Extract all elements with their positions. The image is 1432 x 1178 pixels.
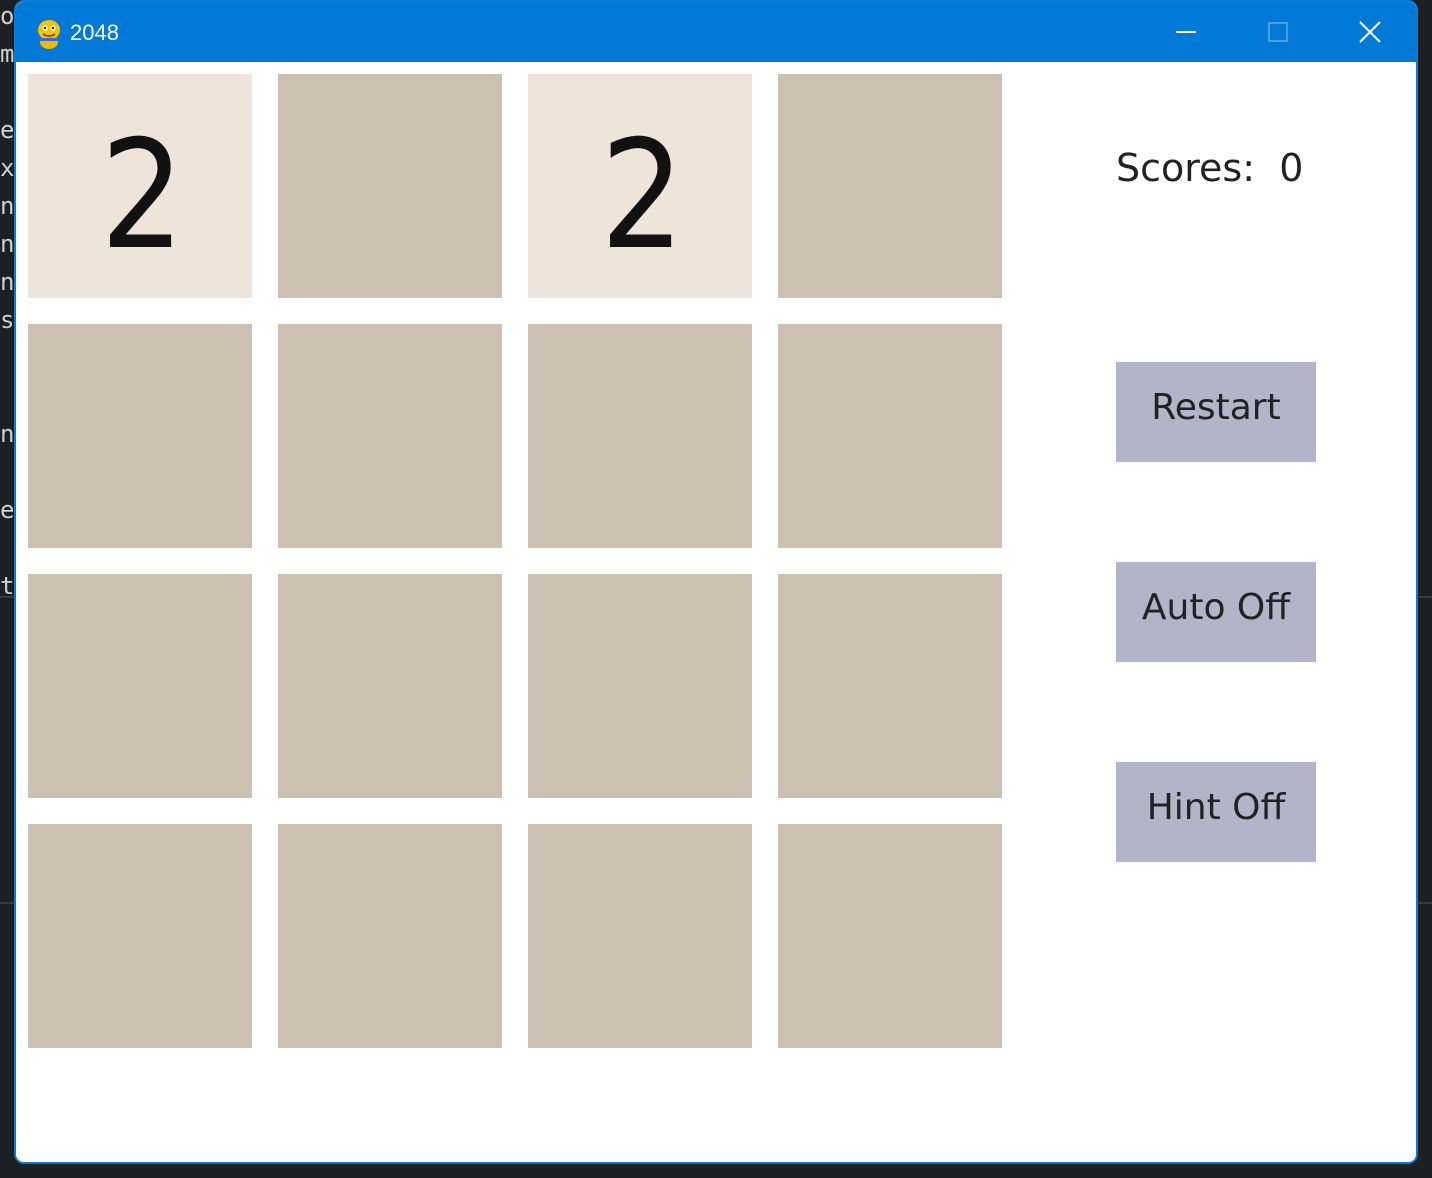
restart-button[interactable]: Restart [1116,362,1316,462]
scores-label: Scores: [1116,146,1256,190]
background-text: m [0,40,15,68]
tile-value: 2 [600,109,685,283]
tile-2: 2 [528,74,752,298]
window-title: 2048 [70,20,119,45]
background-text: n [0,420,15,448]
maximize-button[interactable] [1232,2,1324,62]
background-text: n [0,268,15,296]
minimize-icon [1176,31,1196,33]
tile-empty [528,824,752,1048]
app-window: 2048 2 2 Scores: 0 Restart Auto Off Hint … [14,0,1418,1164]
tile-empty [278,74,502,298]
scores-value: 0 [1279,146,1304,190]
minimize-button[interactable] [1140,2,1232,62]
pygame-snake-icon [38,20,60,49]
background-text: n [0,230,15,258]
tile-empty [528,324,752,548]
background-divider [1418,902,1432,904]
tile-empty [778,574,1002,798]
score-display: Scores: 0 [1116,146,1303,190]
tile-empty [278,574,502,798]
title-bar[interactable]: 2048 [16,2,1416,62]
background-text: e [0,116,15,144]
game-area[interactable]: 2 2 Scores: 0 Restart Auto Off Hint Off [16,62,1416,1162]
background-text: n [0,192,15,220]
tile-empty [28,574,252,798]
background-text: t [0,572,15,600]
background-text: e [0,496,15,524]
background-text: x [0,154,15,182]
background-divider [1418,596,1432,598]
background-text: s [0,306,15,334]
background-divider [0,902,14,904]
tile-empty [278,824,502,1048]
tile-empty [778,324,1002,548]
tile-value: 2 [100,109,185,283]
tile-empty [28,324,252,548]
background-text: o [0,2,15,30]
close-button[interactable] [1324,2,1416,62]
tile-empty [278,324,502,548]
hint-toggle-button[interactable]: Hint Off [1116,762,1316,862]
tile-empty [28,824,252,1048]
tile-empty [528,574,752,798]
background-divider [0,596,14,598]
tile-empty [778,824,1002,1048]
tile-empty [778,74,1002,298]
close-icon [1359,21,1381,43]
auto-toggle-button[interactable]: Auto Off [1116,562,1316,662]
maximize-icon [1268,22,1288,42]
tile-2: 2 [28,74,252,298]
